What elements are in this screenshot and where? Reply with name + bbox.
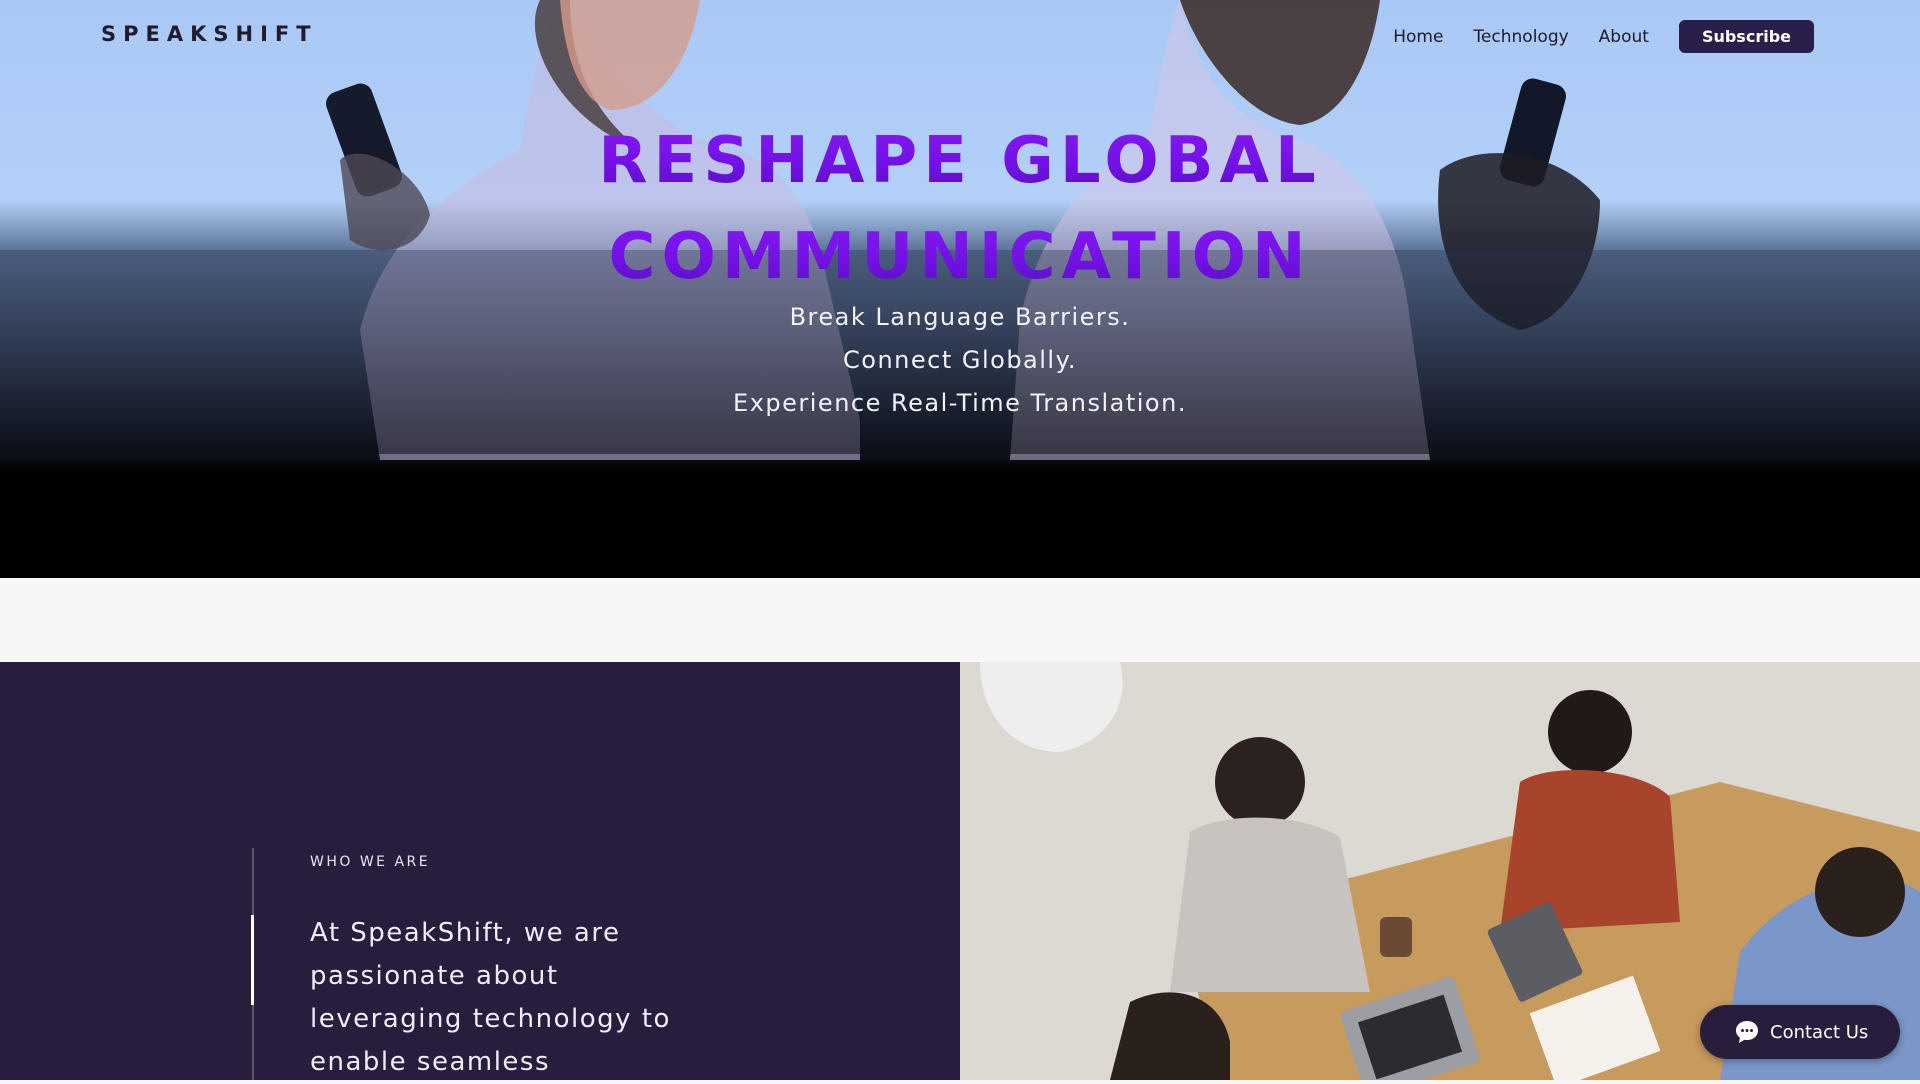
main-nav: Home Technology About Subscribe xyxy=(1393,20,1814,53)
person-man-right-head xyxy=(1815,847,1905,937)
person-woman-left-body xyxy=(1170,817,1370,992)
hero-subtitle-line-2: Connect Globally. xyxy=(843,346,1077,374)
hero-title-line-1: RESHAPE GLOBAL xyxy=(0,113,1920,209)
contact-us-label: Contact Us xyxy=(1770,1021,1869,1043)
hero-subtitle-line-3: Experience Real-Time Translation. xyxy=(733,389,1187,417)
contact-us-button[interactable]: Contact Us xyxy=(1700,1005,1900,1059)
section-intro-text: At SpeakShift, we are passionate about l… xyxy=(310,918,671,1077)
vertical-divider-highlight xyxy=(251,915,254,1005)
nav-about[interactable]: About xyxy=(1599,27,1649,47)
person-woman-right-body xyxy=(1500,770,1680,932)
subscribe-button[interactable]: Subscribe xyxy=(1678,20,1814,53)
who-we-are-section: WHO WE ARE At SpeakShift, we are passion… xyxy=(0,662,960,1080)
nav-technology[interactable]: Technology xyxy=(1473,27,1568,47)
person-woman-left-head xyxy=(1215,737,1305,827)
coffee-cup xyxy=(1380,917,1412,957)
hero-section: SPEAKSHIFT Home Technology About Subscri… xyxy=(0,0,1920,578)
brand-logo[interactable]: SPEAKSHIFT xyxy=(101,22,318,46)
hero-title-line-2: COMMUNICATION xyxy=(0,209,1920,305)
section-kicker: WHO WE ARE xyxy=(310,854,431,870)
nav-home[interactable]: Home xyxy=(1393,27,1443,47)
chat-bubble-icon xyxy=(1736,1021,1758,1043)
person-woman-right-head xyxy=(1548,690,1632,774)
hero-subtitle-line-1: Break Language Barriers. xyxy=(789,303,1131,331)
